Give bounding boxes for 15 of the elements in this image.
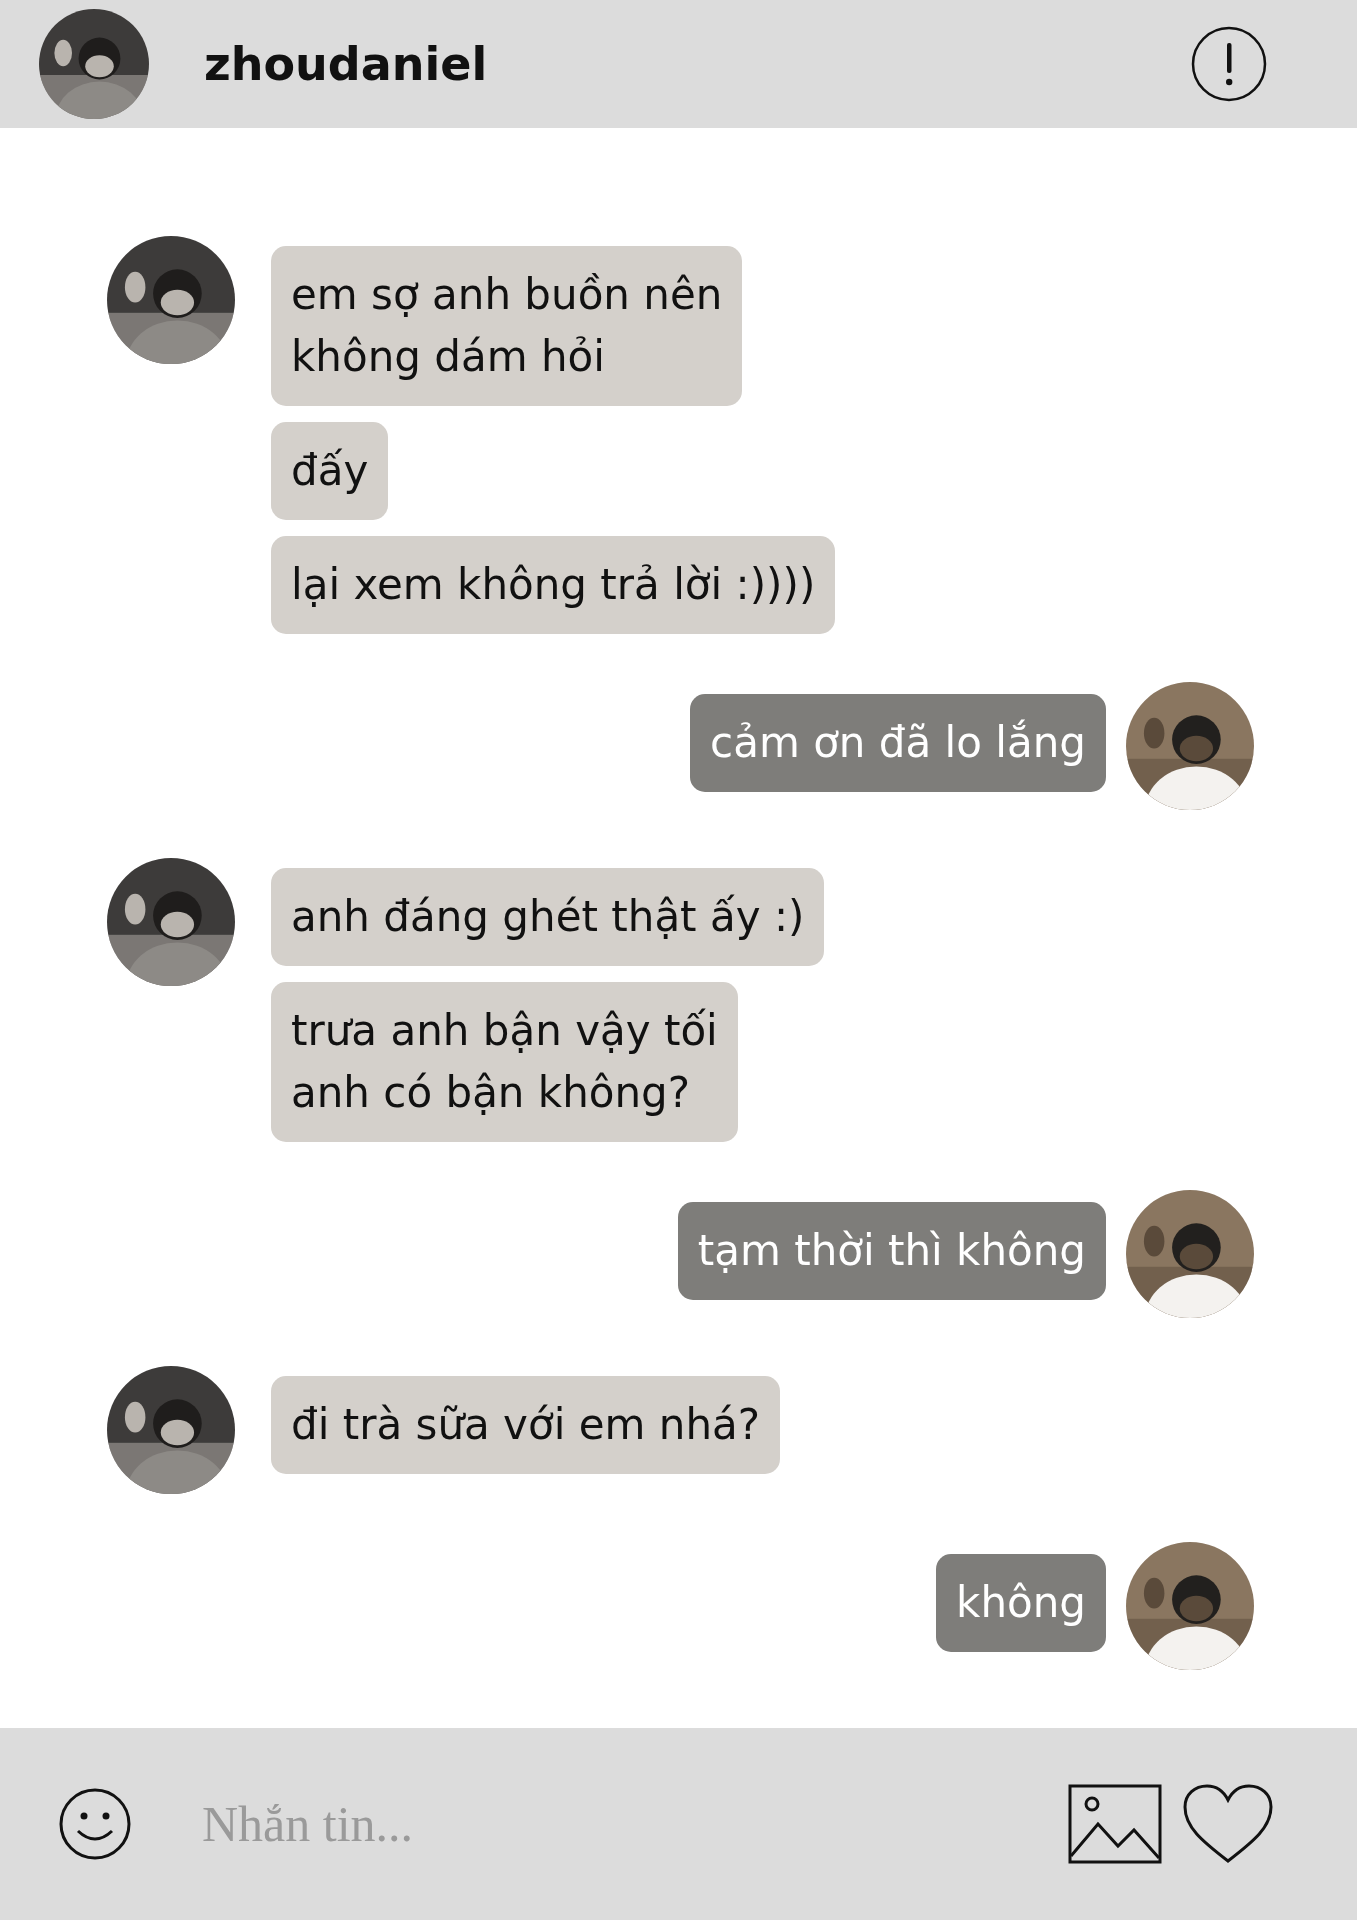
heart-icon[interactable] [1182,1783,1274,1865]
message-bubble: đi trà sữa với em nhá? [271,1376,781,1474]
info-icon[interactable] [1191,26,1267,102]
image-icon[interactable] [1068,1784,1162,1864]
message-bubble: cảm ơn đã lo lắng [690,694,1106,792]
message-bubble: tạm thời thì không [677,1202,1106,1300]
username: zhoudaniel [204,37,489,91]
message-bubble: đấy [271,422,389,520]
message-bubble: không [936,1554,1106,1652]
message-bubble: anh đáng ghét thật ấy :) [271,868,825,966]
message-bubble: em sợ anh buồn nên không dám hỏi [271,246,743,406]
message-bubble: lại xem không trả lời :)))) [271,536,836,634]
message-bubble: trưa anh bận vậy tối anh có bận không? [271,982,738,1142]
message-field[interactable]: Nhắn tin... [200,1794,1048,1854]
emoji-icon[interactable] [58,1787,132,1861]
